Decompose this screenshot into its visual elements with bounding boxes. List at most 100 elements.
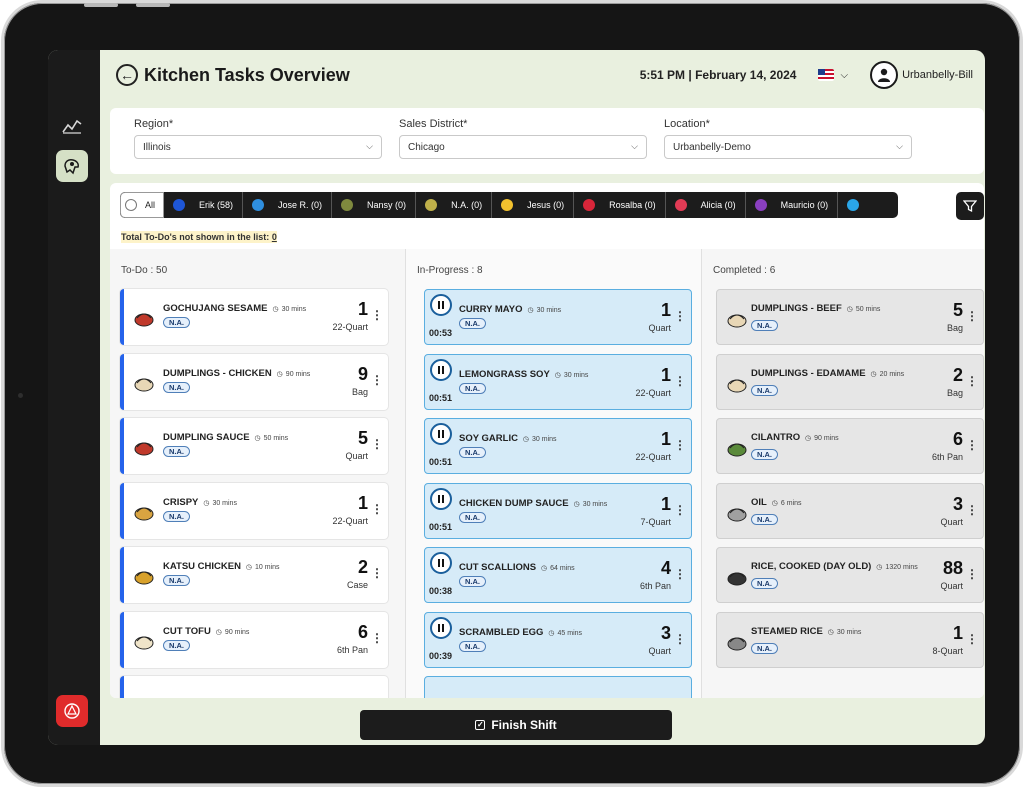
clock-icon: ◷ <box>243 564 252 571</box>
todo-task-card[interactable]: DUMPLINGS - CHICKEN ◷ 90 mins N.A. 9 Bag ⋮ <box>120 353 388 410</box>
completed-task-card[interactable]: RICE, COOKED (DAY OLD) ◷ 1320 mins N.A. 88 Q… <box>716 547 984 603</box>
pause-icon[interactable] <box>430 552 452 574</box>
assignee-chip[interactable]: Nansy (0) <box>332 192 417 218</box>
kebab-menu-icon[interactable]: ⋮ <box>371 632 383 644</box>
finish-shift-button[interactable]: ✓ Finish Shift <box>360 710 672 740</box>
task-unit: Quart <box>940 581 963 591</box>
assignee-chip[interactable]: All <box>120 192 165 218</box>
kebab-menu-icon[interactable]: ⋮ <box>966 375 978 387</box>
kebab-menu-icon[interactable]: ⋮ <box>674 375 686 387</box>
task-unit: 22-Quart <box>332 322 368 332</box>
kebab-menu-icon[interactable]: ⋮ <box>674 310 686 322</box>
in-progress-task-card[interactable]: 00:53 CURRY MAYO ◷ 30 mins N.A. 1 Quart ⋮ <box>424 289 692 345</box>
completed-task-card[interactable]: CILANTRO ◷ 90 mins N.A. 6 6th Pan ⋮ <box>716 418 984 474</box>
hidden-todo-label: Total To-Do's not shown in the list: <box>121 232 270 242</box>
district-select[interactable]: Chicago ⌵ <box>399 135 647 159</box>
kebab-menu-icon[interactable]: ⋮ <box>371 438 383 450</box>
in-progress-task-card[interactable]: 00:51 CHICKEN DUMP SAUCE ◷ 30 mins N.A. 1 7-Q… <box>424 482 692 539</box>
kebab-menu-icon[interactable]: ⋮ <box>966 504 978 516</box>
chevron-down-icon[interactable]: ⌵ <box>840 70 848 81</box>
task-name: DUMPLINGS - CHICKEN ◷ 90 mins <box>163 368 310 379</box>
kebab-menu-icon[interactable]: ⋮ <box>674 568 686 580</box>
assignee-chip[interactable]: Jesus (0) <box>492 192 575 218</box>
todo-task-card[interactable]: GOCHUJANG SESAME ◷ 30 mins N.A. 1 22-Quart ⋮ <box>120 289 388 345</box>
task-unit: Bag <box>351 386 368 397</box>
assignee-chip[interactable]: Alicia (0) <box>666 192 746 218</box>
in-progress-task-card[interactable]: 00:51 SOY GARLIC ◷ 30 mins N.A. 1 22-Quart ⋮ <box>424 418 692 474</box>
pause-icon[interactable] <box>430 487 452 510</box>
assignee-badge: N.A. <box>459 318 486 329</box>
task-name: GOCHUJANG SESAME ◷ 30 mins <box>163 303 306 314</box>
todo-task-card[interactable]: CUT TOFU ◷ 90 mins N.A. 6 6th Pan ⋮ <box>120 611 388 668</box>
assignee-chip[interactable]: Jose R. (0) <box>243 192 333 218</box>
analytics-chart-icon[interactable] <box>56 110 88 142</box>
task-name-text: OIL <box>751 496 767 508</box>
task-duration: 1320 mins <box>885 564 918 571</box>
assignee-chip[interactable]: N.A. (0) <box>416 192 493 218</box>
sauce-container-icon <box>132 305 156 329</box>
clock-icon: ◷ <box>213 628 222 636</box>
todo-column-title: To-Do : 50 <box>121 265 168 276</box>
location-select[interactable]: Urbanbelly-Demo ⌵ <box>664 135 912 159</box>
pause-icon[interactable] <box>430 423 452 445</box>
task-name-text: CHICKEN DUMP SAUCE <box>459 497 569 509</box>
filter-funnel-icon[interactable] <box>956 192 984 220</box>
region-filter: Region* Illinois ⌵ <box>134 118 382 159</box>
completed-task-card[interactable]: DUMPLINGS - BEEF ◷ 50 mins N.A. 5 Bag ⋮ <box>716 289 984 345</box>
clock-icon: ◷ <box>803 435 812 442</box>
assignee-chip[interactable] <box>838 192 882 218</box>
task-unit: Bag <box>946 387 963 398</box>
assignee-chip[interactable]: Mauricio (0) <box>746 192 839 218</box>
in-progress-task-card[interactable]: 00:51 LEMONGRASS SOY ◷ 30 mins N.A. 1 22-Quar… <box>424 353 692 410</box>
pause-icon[interactable] <box>430 616 452 639</box>
task-name-text: DUMPLINGS - CHICKEN <box>163 367 272 379</box>
kebab-menu-icon[interactable]: ⋮ <box>371 309 383 321</box>
assignee-badge: N.A. <box>751 449 778 460</box>
kebab-menu-icon[interactable]: ⋮ <box>966 633 978 645</box>
back-arrow-icon[interactable]: ← <box>116 64 138 86</box>
region-select[interactable]: Illinois ⌵ <box>134 135 382 159</box>
tablet-volume-button <box>84 3 118 7</box>
user-avatar-icon[interactable] <box>870 61 899 89</box>
task-unit: 6th Pan <box>639 581 671 591</box>
assignee-badge: N.A. <box>459 447 486 458</box>
task-name-text: RICE, COOKED (DAY OLD) <box>751 561 872 572</box>
assignee-chip[interactable]: Rosalba (0) <box>574 192 666 218</box>
hidden-todo-value[interactable]: 0 <box>272 232 277 242</box>
completed-task-card[interactable]: DUMPLINGS - EDAMAME ◷ 20 mins N.A. 2 Bag ⋮ <box>716 353 984 410</box>
completed-task-card[interactable]: OIL ◷ 6 mins N.A. 3 Quart ⋮ <box>716 482 984 539</box>
task-name-text: CUT SCALLIONS <box>459 562 537 573</box>
kitchen-tasks-icon[interactable] <box>56 150 88 182</box>
kebab-menu-icon[interactable]: ⋮ <box>371 503 383 515</box>
assignee-filter-bar: All Erik (58) Jose R. (0) Nansy (0) N.A. (0)… <box>120 192 898 218</box>
pause-icon[interactable] <box>430 294 452 316</box>
kebab-menu-icon[interactable]: ⋮ <box>674 504 686 516</box>
clock-icon: ◷ <box>539 565 548 572</box>
task-timer: 00:53 <box>429 328 453 338</box>
task-quantity: 9 <box>357 363 368 384</box>
pause-icon[interactable] <box>430 358 452 381</box>
todo-task-card[interactable]: CRISPY ◷ 30 mins N.A. 1 22-Quart ⋮ <box>120 482 388 539</box>
clock-icon: ◷ <box>546 629 555 637</box>
task-unit: 22-Quart <box>332 515 368 526</box>
kebab-menu-icon[interactable]: ⋮ <box>674 439 686 451</box>
todo-task-card[interactable]: KATSU CHICKEN ◷ 10 mins N.A. 2 Case ⋮ <box>120 547 388 603</box>
task-name-text: STEAMED RICE <box>751 625 823 637</box>
assignee-chip[interactable]: Erik (58) <box>164 192 244 218</box>
kebab-menu-icon[interactable]: ⋮ <box>371 567 383 579</box>
kebab-menu-icon[interactable]: ⋮ <box>966 568 978 580</box>
task-name-text: SOY GARLIC <box>459 433 518 444</box>
task-quantity: 1 <box>357 299 368 319</box>
kebab-menu-icon[interactable]: ⋮ <box>966 439 978 451</box>
in-progress-task-card[interactable]: 00:39 SCRAMBLED EGG ◷ 45 mins N.A. 3 Quart ⋮ <box>424 611 692 668</box>
us-flag-icon[interactable] <box>818 69 835 81</box>
completed-task-card[interactable]: STEAMED RICE ◷ 30 mins N.A. 1 8-Quart ⋮ <box>716 611 984 668</box>
user-name[interactable]: Urbanbelly-Bill <box>902 69 973 81</box>
task-quantity: 6 <box>357 621 368 642</box>
region-label: Region* <box>134 118 174 130</box>
kebab-menu-icon[interactable]: ⋮ <box>674 633 686 645</box>
kebab-menu-icon[interactable]: ⋮ <box>966 310 978 322</box>
kebab-menu-icon[interactable]: ⋮ <box>371 374 383 386</box>
todo-task-card[interactable]: DUMPLING SAUCE ◷ 50 mins N.A. 5 Quart ⋮ <box>120 418 388 474</box>
in-progress-task-card[interactable]: 00:38 CUT SCALLIONS ◷ 64 mins N.A. 4 6th Pan ⋮ <box>424 547 692 603</box>
